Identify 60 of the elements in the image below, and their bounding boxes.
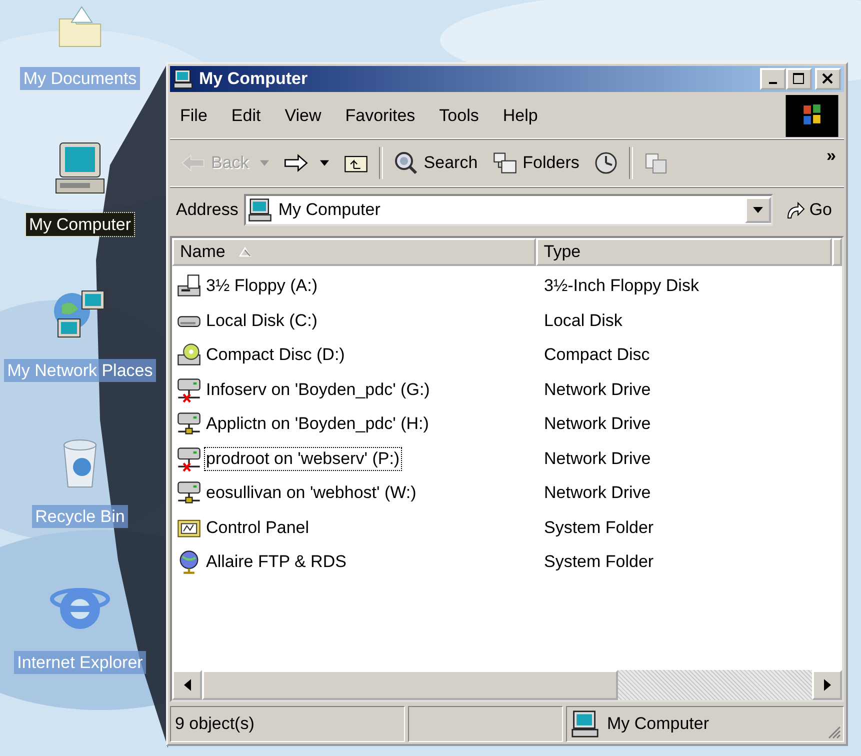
scroll-left-icon[interactable] <box>184 679 190 691</box>
dropdown-arrow-icon[interactable] <box>753 207 764 213</box>
toolbar-overflow-chevron[interactable]: » <box>826 146 836 166</box>
file-name[interactable]: Infoserv on 'Boyden_pdc' (G:) <box>204 378 432 402</box>
status-location: My Computer <box>607 714 710 734</box>
icon-label[interactable]: My Computer <box>26 213 134 236</box>
table-cell-text: Network Drive <box>543 380 651 400</box>
computer-icon <box>571 710 599 738</box>
close-button[interactable] <box>815 68 841 90</box>
computer-icon <box>173 69 193 89</box>
folders-button[interactable]: Folders <box>488 149 584 177</box>
computer-icon <box>248 198 272 222</box>
minimize-icon <box>769 82 777 84</box>
maximize-icon <box>791 72 807 86</box>
floppy-drive-icon <box>176 273 202 300</box>
file-name[interactable]: prodroot on 'webserv' (P:) <box>204 446 402 471</box>
scroll-thumb[interactable] <box>202 670 618 700</box>
menu-item[interactable]: Edit <box>231 106 261 126</box>
table-cell-text: Network Drive <box>543 483 651 504</box>
dropdown-caret-icon <box>260 160 269 166</box>
horizontal-scrollbar[interactable] <box>172 670 842 700</box>
address-field[interactable]: My Computer <box>244 194 774 226</box>
menu-item[interactable]: Tools <box>439 106 479 126</box>
column-header[interactable]: Type <box>536 238 832 266</box>
column-header[interactable]: Name <box>172 238 536 266</box>
curved-arrow-icon <box>785 200 806 220</box>
status-text: 9 object(s) <box>170 706 405 742</box>
scroll-right-icon[interactable] <box>824 679 830 691</box>
address-label: Address <box>176 200 238 220</box>
table-cell-text: System Folder <box>543 552 654 572</box>
file-name[interactable]: Local Disk (C:) <box>204 308 320 333</box>
file-name[interactable]: Allaire FTP & RDS <box>204 550 348 574</box>
minimize-button[interactable] <box>760 68 786 90</box>
dropdown-caret-icon <box>320 160 329 166</box>
search-icon <box>392 151 419 175</box>
file-name[interactable]: Control Panel <box>204 516 312 540</box>
table-cell-text: Network Drive <box>543 414 651 434</box>
go-button[interactable]: Go <box>779 198 838 222</box>
table-cell-text: System Folder <box>543 518 654 538</box>
search-button[interactable]: Search <box>388 149 482 177</box>
menu-item[interactable]: File <box>180 106 208 126</box>
window-title: My Computer <box>199 69 309 89</box>
clock-icon <box>593 151 620 175</box>
file-name[interactable]: eosullivan on 'webhost' (W:) <box>204 481 418 506</box>
menu-item[interactable]: View <box>284 106 322 126</box>
file-name[interactable]: 3½ Floppy (A:) <box>204 274 320 298</box>
table-cell-text: Compact Disc <box>543 345 650 366</box>
cd-drive-icon <box>176 342 202 368</box>
file-name[interactable]: Applictn on 'Boyden_pdc' (H:) <box>204 412 431 436</box>
file-name[interactable]: Compact Disc (D:) <box>204 343 347 368</box>
menu-item[interactable]: Favorites <box>345 106 416 126</box>
resize-grip-icon[interactable] <box>827 725 841 739</box>
maximize-button[interactable] <box>786 68 812 90</box>
table-cell-text: Network Drive <box>543 448 651 469</box>
folders-icon <box>492 151 518 175</box>
move-to-icon <box>643 151 670 175</box>
table-cell-text: Local Disk <box>543 310 622 331</box>
menu-item[interactable]: Help <box>502 106 538 126</box>
table-cell-text: 3½-Inch Floppy Disk <box>543 276 699 296</box>
right-arrow-icon <box>282 151 309 175</box>
